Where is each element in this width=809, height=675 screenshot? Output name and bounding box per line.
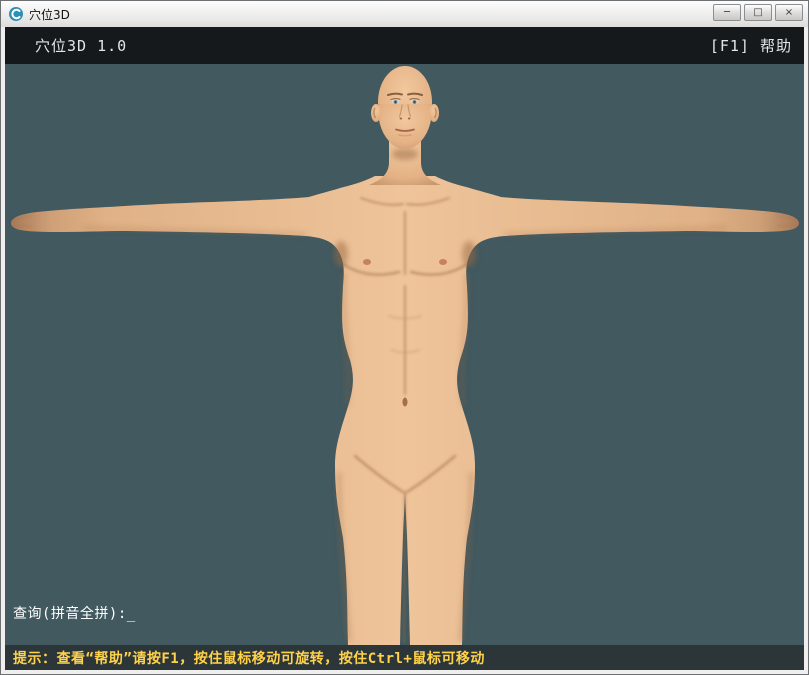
app-window: 穴位3D ─ □ × 穴位3D 1.0 [F1] 帮助 xyxy=(0,0,809,675)
maximize-button[interactable]: □ xyxy=(744,4,772,21)
close-button[interactable]: × xyxy=(775,4,803,21)
window-title: 穴位3D xyxy=(29,6,70,23)
nipple-right xyxy=(439,259,447,265)
navel xyxy=(403,398,408,407)
titlebar[interactable]: 穴位3D ─ □ × xyxy=(1,1,808,27)
minimize-icon: ─ xyxy=(724,8,730,18)
ear-left xyxy=(371,104,381,122)
model-head xyxy=(371,66,439,149)
app-icon[interactable] xyxy=(8,6,24,22)
body-model-3d[interactable] xyxy=(5,64,804,645)
status-bar: 提示：查看“帮助”请按F1，按住鼠标移动可旋转，按住Ctrl+鼠标可移动 xyxy=(5,645,804,670)
query-input[interactable]: 查询(拼音全拼):_ xyxy=(13,603,136,623)
app-title: 穴位3D 1.0 xyxy=(35,35,127,56)
query-label: 查询(拼音全拼): xyxy=(13,606,127,622)
maximize-icon: □ xyxy=(753,8,762,18)
window-controls: ─ □ × xyxy=(713,1,803,21)
model-body xyxy=(11,176,799,645)
model-viewport[interactable]: 查询(拼音全拼):_ xyxy=(5,64,804,645)
client-area: 穴位3D 1.0 [F1] 帮助 xyxy=(5,27,804,670)
ear-right xyxy=(429,104,439,122)
help-hint: [F1] 帮助 xyxy=(710,35,792,56)
minimize-button[interactable]: ─ xyxy=(713,4,741,21)
app-header: 穴位3D 1.0 [F1] 帮助 xyxy=(5,27,804,64)
close-icon: × xyxy=(785,8,793,18)
nipple-left xyxy=(363,259,371,265)
query-cursor: _ xyxy=(127,606,136,622)
status-text: 提示：查看“帮助”请按F1，按住鼠标移动可旋转，按住Ctrl+鼠标可移动 xyxy=(13,648,485,668)
